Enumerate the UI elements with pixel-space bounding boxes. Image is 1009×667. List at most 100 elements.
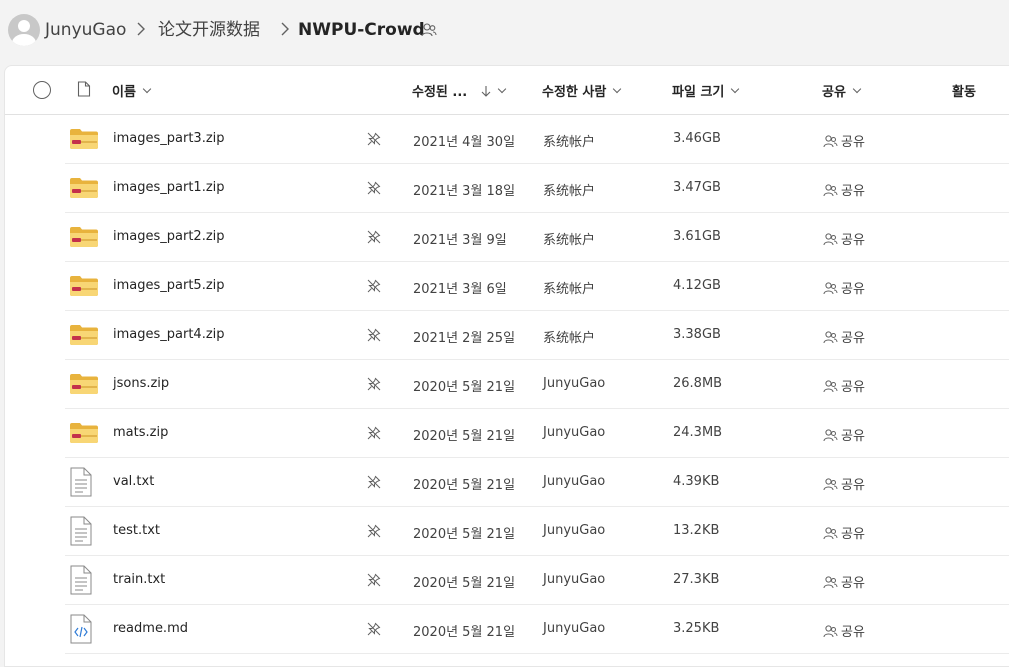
sharing-status[interactable]: 공유 (823, 523, 865, 542)
pin-button[interactable] (367, 572, 381, 591)
column-modified[interactable]: 수정된 ... (412, 81, 507, 100)
pin-button[interactable] (367, 376, 381, 395)
select-all-checkbox[interactable] (33, 81, 51, 99)
sharing-status[interactable]: 공유 (823, 621, 865, 640)
column-header-row: 이름 수정된 ... 수정한 사람 파일 크기 공유 활동 (5, 66, 1009, 115)
table-row[interactable]: images_part5.zip 2021년 3월 6일 系统帐户 4.12GB… (65, 262, 1009, 311)
table-row[interactable]: images_part1.zip 2021년 3월 18일 系统帐户 3.47G… (65, 164, 1009, 213)
sharing-label: 공유 (841, 184, 865, 199)
table-row[interactable]: test.txt 2020년 5월 21일 JunyuGao 13.2KB 공유 (65, 507, 1009, 556)
sharing-status[interactable]: 공유 (823, 376, 865, 395)
modified-date: 2020년 5월 21일 (413, 478, 516, 493)
breadcrumb-user[interactable]: JunyuGao (45, 19, 126, 41)
modified-by: 系统帐户 (543, 233, 596, 248)
unpin-icon[interactable] (367, 426, 381, 440)
modified-by: 系统帐户 (543, 135, 596, 150)
shared-people-icon (823, 330, 838, 343)
unpin-icon[interactable] (367, 573, 381, 587)
file-name[interactable]: readme.md (113, 621, 188, 636)
table-row[interactable]: images_part2.zip 2021년 3월 9일 系统帐户 3.61GB… (65, 213, 1009, 262)
shared-people-icon (823, 232, 838, 245)
file-name[interactable]: train.txt (113, 572, 165, 587)
sharing-status[interactable]: 공유 (823, 425, 865, 444)
pin-button[interactable] (367, 327, 381, 346)
shared-people-icon[interactable] (421, 22, 437, 38)
column-size[interactable]: 파일 크기 (672, 81, 740, 100)
file-name[interactable]: images_part3.zip (113, 131, 225, 146)
pin-button[interactable] (367, 621, 381, 640)
column-name[interactable]: 이름 (112, 81, 152, 100)
modified-by: JunyuGao (543, 376, 606, 391)
file-size: 3.47GB (673, 180, 721, 195)
table-row[interactable]: mats.zip 2020년 5월 21일 JunyuGao 24.3MB 공유 (65, 409, 1009, 458)
pin-button[interactable] (367, 278, 381, 297)
file-name[interactable]: test.txt (113, 523, 160, 538)
table-row[interactable]: jsons.zip 2020년 5월 21일 JunyuGao 26.8MB 공… (65, 360, 1009, 409)
sharing-label: 공유 (841, 233, 865, 248)
file-icon (69, 226, 99, 252)
sharing-status[interactable]: 공유 (823, 572, 865, 591)
modified-by: JunyuGao (543, 572, 606, 587)
pin-button[interactable] (367, 425, 381, 444)
unpin-icon[interactable] (367, 475, 381, 489)
breadcrumb-folder[interactable]: 论文开源数据 (158, 19, 260, 41)
sharing-status[interactable]: 공유 (823, 278, 865, 297)
table-row[interactable]: readme.md 2020년 5월 21일 JunyuGao 3.25KB 공… (65, 605, 1009, 654)
file-name[interactable]: mats.zip (113, 425, 168, 440)
pin-button[interactable] (367, 523, 381, 542)
zip-folder-icon (70, 227, 98, 247)
file-name[interactable]: val.txt (113, 474, 154, 489)
table-row[interactable]: images_part4.zip 2021년 2월 25일 系统帐户 3.38G… (65, 311, 1009, 360)
sharing-status[interactable]: 공유 (823, 131, 865, 150)
pin-button[interactable] (367, 180, 381, 199)
sharing-status[interactable]: 공유 (823, 180, 865, 199)
file-icon (69, 467, 93, 501)
table-row[interactable]: train.txt 2020년 5월 21일 JunyuGao 27.3KB 공… (65, 556, 1009, 605)
unpin-icon[interactable] (367, 181, 381, 195)
unpin-icon[interactable] (367, 524, 381, 538)
file-size: 4.39KB (673, 474, 720, 489)
file-type-icon[interactable] (77, 81, 91, 97)
column-name-label: 이름 (112, 85, 136, 100)
pin-button[interactable] (367, 131, 381, 150)
column-modified-by[interactable]: 수정한 사람 (542, 81, 622, 100)
shared-people-icon (823, 379, 838, 392)
file-name[interactable]: images_part5.zip (113, 278, 225, 293)
chevron-right-icon (137, 22, 145, 36)
sharing-status[interactable]: 공유 (823, 474, 865, 493)
column-sharing[interactable]: 공유 (822, 81, 862, 100)
pin-button[interactable] (367, 474, 381, 493)
unpin-icon[interactable] (367, 279, 381, 293)
file-size: 24.3MB (673, 425, 723, 440)
file-size: 3.61GB (673, 229, 721, 244)
column-modified-by-label: 수정한 사람 (542, 85, 607, 100)
file-name[interactable]: jsons.zip (113, 376, 169, 391)
unpin-icon[interactable] (367, 328, 381, 342)
sharing-status[interactable]: 공유 (823, 327, 865, 346)
zip-folder-icon (70, 325, 98, 345)
shared-people-icon (823, 624, 838, 637)
avatar[interactable] (8, 14, 40, 46)
unpin-icon[interactable] (367, 622, 381, 636)
modified-by: 系统帐户 (543, 184, 596, 199)
table-row[interactable]: images_part3.zip 2021년 4월 30일 系统帐户 3.46G… (65, 115, 1009, 164)
sharing-status[interactable]: 공유 (823, 229, 865, 248)
unpin-icon[interactable] (367, 132, 381, 146)
column-sharing-label: 공유 (822, 85, 846, 100)
file-name[interactable]: images_part1.zip (113, 180, 225, 195)
file-icon (69, 373, 99, 399)
column-activity[interactable]: 활동 (952, 81, 976, 100)
file-name[interactable]: images_part4.zip (113, 327, 225, 342)
unpin-icon[interactable] (367, 230, 381, 244)
unpin-icon[interactable] (367, 377, 381, 391)
breadcrumb-current: NWPU-Crowd (298, 20, 425, 40)
pin-button[interactable] (367, 229, 381, 248)
sharing-label: 공유 (841, 527, 865, 542)
file-name[interactable]: images_part2.zip (113, 229, 225, 244)
modified-date: 2021년 3월 6일 (413, 282, 507, 297)
shared-people-icon (823, 526, 838, 539)
modified-date: 2021년 3월 9일 (413, 233, 507, 248)
shared-people-icon (823, 134, 838, 147)
table-row[interactable]: val.txt 2020년 5월 21일 JunyuGao 4.39KB 공유 (65, 458, 1009, 507)
zip-folder-icon (70, 129, 98, 149)
